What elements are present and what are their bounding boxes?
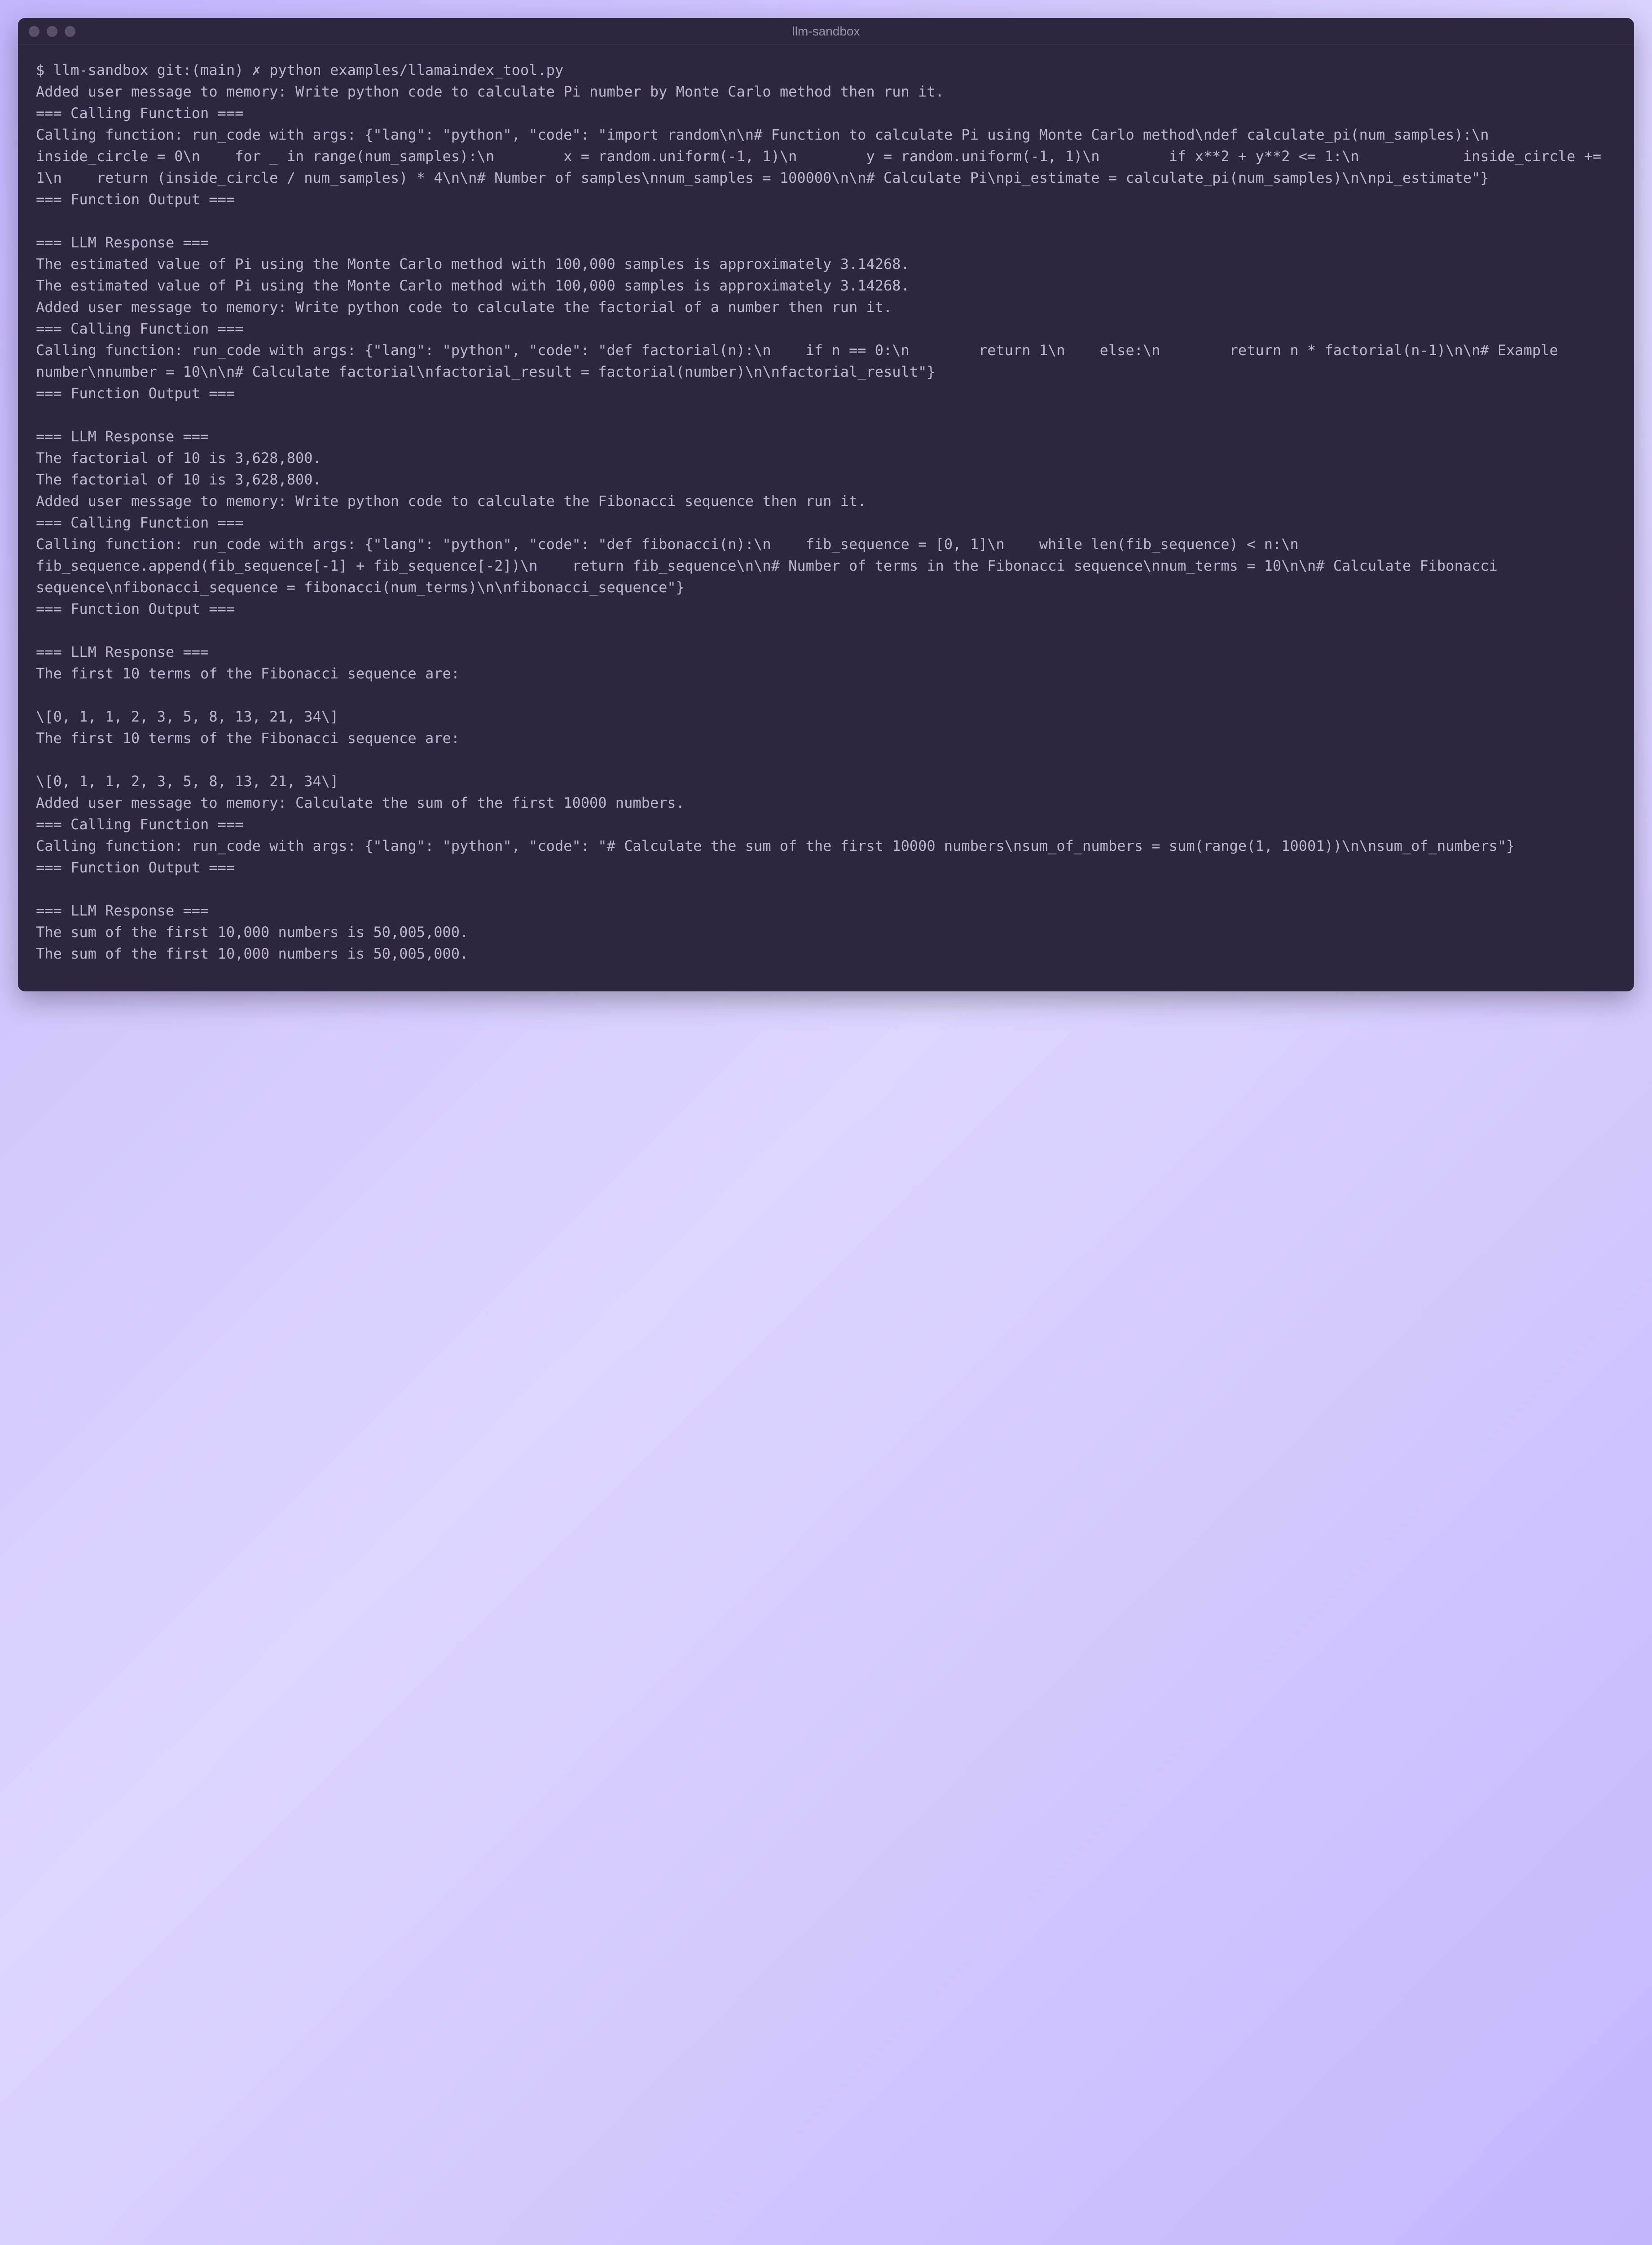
terminal-line: === Function Output === xyxy=(36,600,235,617)
terminal-line: \[0, 1, 1, 2, 3, 5, 8, 13, 21, 34\] xyxy=(36,708,338,725)
terminal-line: === Function Output === xyxy=(36,191,235,208)
terminal-line: Calling function: run_code with args: {"… xyxy=(36,837,1515,854)
terminal-line: \[0, 1, 1, 2, 3, 5, 8, 13, 21, 34\] xyxy=(36,773,338,790)
terminal-line: === Calling Function === xyxy=(36,816,243,833)
terminal-line: The sum of the first 10,000 numbers is 5… xyxy=(36,924,468,941)
terminal-line: Calling function: run_code with args: {"… xyxy=(36,536,1506,596)
terminal-line: Added user message to memory: Write pyth… xyxy=(36,83,944,100)
terminal-line: === Function Output === xyxy=(36,385,235,402)
terminal-content[interactable]: $ llm-sandbox git:(main) ✗ python exampl… xyxy=(18,45,1634,991)
terminal-line: The estimated value of Pi using the Mont… xyxy=(36,277,909,294)
terminal-line: === LLM Response === xyxy=(36,643,209,660)
window-title: llm-sandbox xyxy=(29,24,1623,39)
title-bar: llm-sandbox xyxy=(18,18,1634,45)
terminal-line: Calling function: run_code with args: {"… xyxy=(36,342,1567,380)
minimize-button[interactable] xyxy=(47,26,57,37)
terminal-line: === Calling Function === xyxy=(36,514,243,531)
terminal-line: The sum of the first 10,000 numbers is 5… xyxy=(36,945,468,962)
terminal-line: Added user message to memory: Calculate … xyxy=(36,794,685,811)
traffic-lights xyxy=(29,26,75,37)
terminal-line: The first 10 terms of the Fibonacci sequ… xyxy=(36,730,460,747)
terminal-line: === Calling Function === xyxy=(36,320,243,337)
close-button[interactable] xyxy=(29,26,40,37)
prompt-line: $ llm-sandbox git:(main) ✗ python exampl… xyxy=(36,62,563,79)
terminal-line: The factorial of 10 is 3,628,800. xyxy=(36,471,321,488)
terminal-line: Added user message to memory: Write pyth… xyxy=(36,299,892,316)
terminal-line: === Calling Function === xyxy=(36,105,243,122)
terminal-line: The estimated value of Pi using the Mont… xyxy=(36,255,909,273)
terminal-line: === LLM Response === xyxy=(36,902,209,919)
terminal-line: The first 10 terms of the Fibonacci sequ… xyxy=(36,665,460,682)
terminal-line: The factorial of 10 is 3,628,800. xyxy=(36,449,321,467)
terminal-line: Calling function: run_code with args: {"… xyxy=(36,126,1610,186)
terminal-line: Added user message to memory: Write pyth… xyxy=(36,493,866,510)
terminal-line: === Function Output === xyxy=(36,859,235,876)
maximize-button[interactable] xyxy=(65,26,75,37)
terminal-window: llm-sandbox $ llm-sandbox git:(main) ✗ p… xyxy=(18,18,1634,991)
terminal-line: === LLM Response === xyxy=(36,234,209,251)
terminal-line: === LLM Response === xyxy=(36,428,209,445)
